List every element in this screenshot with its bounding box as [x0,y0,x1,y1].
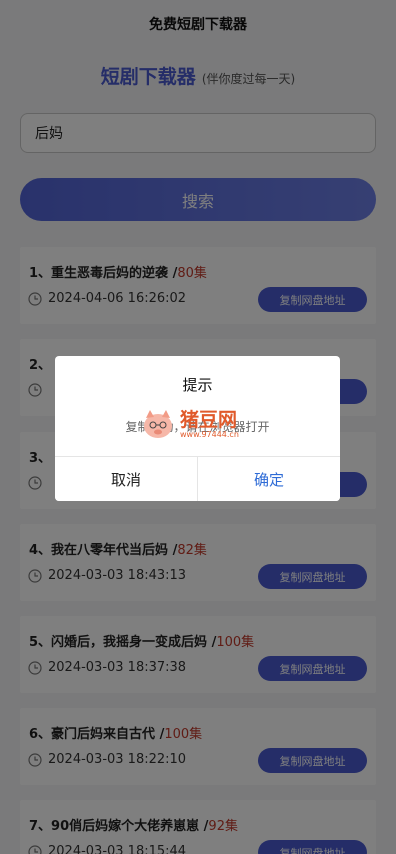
dialog-actions: 取消 确定 [55,456,340,501]
dialog-title: 提示 [182,376,213,394]
cancel-button[interactable]: 取消 [55,457,198,501]
confirm-button[interactable]: 确定 [198,457,340,501]
dialog-message: 复制成功，请在浏览器打开 [125,420,270,434]
alert-dialog: 提示 复制成功，请在浏览器打开 取消 确定 [55,356,340,501]
